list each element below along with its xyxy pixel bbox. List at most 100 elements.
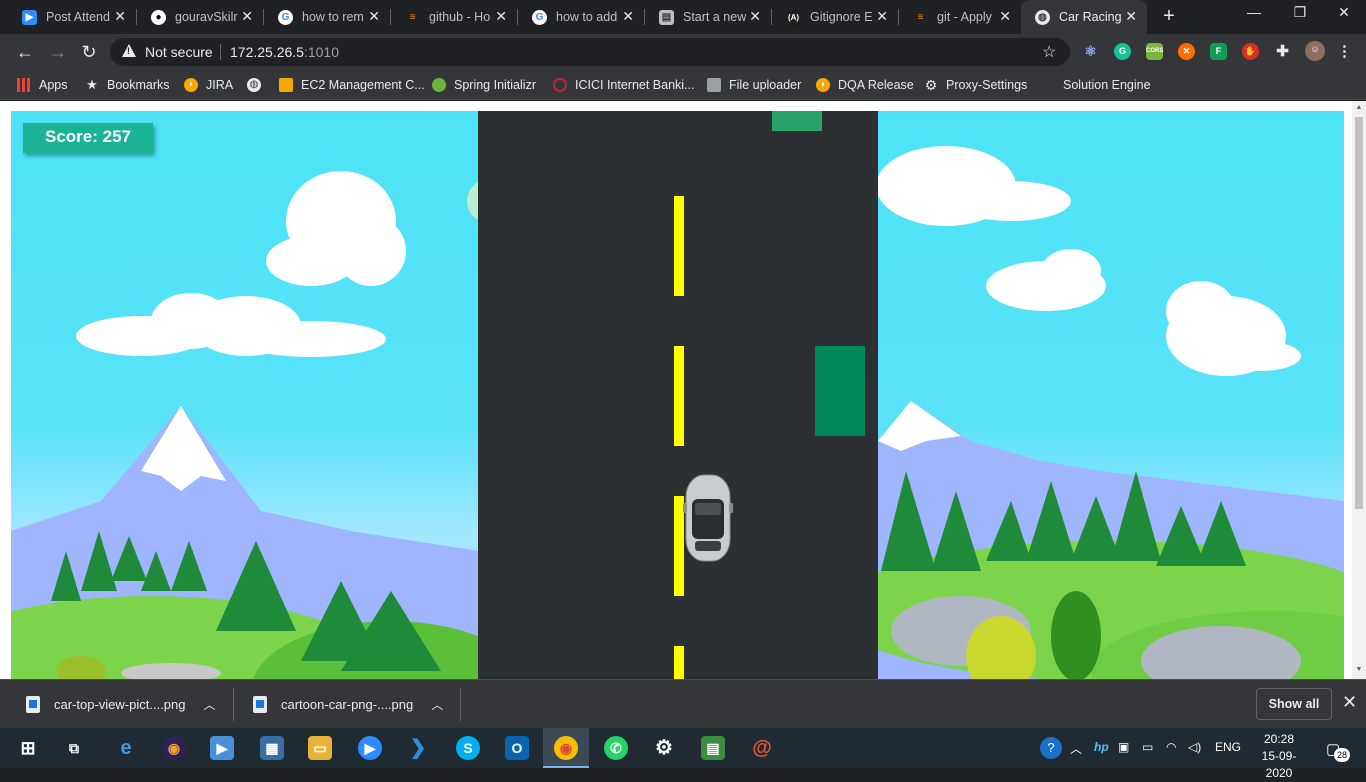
postman-icon[interactable]: ✕ — [1178, 43, 1195, 60]
tab-gitignore[interactable]: (A) Gitignore E ✕ — [772, 0, 898, 34]
security-label[interactable]: Not secure — [145, 44, 213, 60]
task-view-icon[interactable]: ⧉ — [62, 736, 86, 760]
show-all-button[interactable]: Show all — [1256, 688, 1332, 720]
zoom-icon[interactable]: ▶ — [358, 736, 382, 760]
close-icon[interactable]: ✕ — [1342, 692, 1357, 713]
url-host: 172.25.26.5 — [230, 44, 304, 60]
close-icon[interactable]: ✕ — [114, 8, 126, 25]
react-devtools-icon[interactable]: ⚛ — [1082, 43, 1099, 60]
close-icon[interactable]: ✕ — [876, 8, 888, 25]
extension-icon[interactable]: F — [1210, 43, 1227, 60]
bookmark-label: File uploader — [729, 78, 802, 92]
media-icon[interactable]: ▶ — [210, 736, 234, 760]
image-file-icon — [253, 696, 267, 713]
stop-hand-icon[interactable]: ✋ — [1242, 43, 1259, 60]
angular-icon: (A) — [786, 10, 801, 25]
skype-icon[interactable]: S — [456, 736, 480, 760]
vscode-icon[interactable]: ❯ — [406, 736, 430, 760]
address-bar[interactable]: Not secure 172.25.26.5:1010 ☆ — [110, 38, 1070, 66]
chevron-up-icon[interactable]: ︿ — [204, 696, 216, 713]
stackoverflow-icon: ≡ — [409, 12, 416, 23]
github-icon: ● — [151, 10, 166, 25]
download-item[interactable]: cartoon-car-png-....png ︿ — [253, 680, 443, 729]
language-indicator[interactable]: ENG — [1215, 740, 1241, 754]
tab-how-to-remove[interactable]: G how to rem ✕ — [264, 0, 390, 34]
bookmark-icici[interactable]: ICICI Internet Banki... — [553, 76, 695, 94]
close-icon[interactable]: ✕ — [241, 8, 253, 25]
window-close-button[interactable]: ✕ — [1322, 4, 1366, 21]
close-icon[interactable]: ✕ — [1125, 8, 1137, 25]
bookmark-label: Spring Initializr — [454, 78, 536, 92]
url-divider — [220, 44, 221, 60]
avatar[interactable]: ☺ — [1305, 41, 1325, 61]
menu-kebab-icon[interactable]: ⋮ — [1336, 43, 1353, 60]
bookmark-proxy-settings[interactable]: ⚙ Proxy-Settings — [924, 76, 1028, 94]
tab-git-apply[interactable]: ≡ git - Apply ✕ — [899, 0, 1021, 34]
lane-marking — [674, 346, 684, 446]
volume-icon[interactable]: ◁) — [1188, 740, 1201, 754]
bookmark-spring[interactable]: Spring Initializr — [432, 76, 536, 94]
store-icon[interactable]: ▦ — [260, 736, 284, 760]
chevron-up-icon[interactable]: ︿ — [431, 696, 443, 713]
maximize-button[interactable]: ❐ — [1278, 4, 1322, 21]
scroll-down-arrow-icon[interactable]: ▼ — [1355, 666, 1363, 673]
bookmarks-bar: Apps ★ Bookmarks ◗ JIRA ◍ EC2 Management… — [0, 70, 1366, 100]
download-item[interactable]: car-top-view-pict....png ︿ — [26, 680, 216, 729]
tab-github-how[interactable]: ≡ github - Ho ✕ — [391, 0, 517, 34]
scroll-thumb[interactable] — [1355, 117, 1363, 509]
close-icon[interactable]: ✕ — [622, 8, 634, 25]
bookmark-dqa-release[interactable]: ◗ DQA Release — [816, 76, 914, 94]
warning-icon[interactable] — [122, 44, 136, 57]
tab-strip: ▶ Post Attend ✕ ● gouravSkilr ✕ G how to… — [0, 0, 1366, 34]
outlook-icon[interactable]: O — [505, 736, 529, 760]
game-scene: Score: 257 — [11, 111, 1344, 679]
eclipse-icon[interactable]: ◉ — [162, 736, 186, 760]
reload-button[interactable]: ↻ — [78, 41, 100, 63]
bookmark-ec2[interactable]: EC2 Management C... — [279, 76, 425, 94]
whatsapp-icon[interactable]: ✆ — [604, 736, 628, 760]
chevron-up-icon[interactable]: ︿ — [1070, 740, 1082, 757]
battery-icon[interactable]: ▭ — [1142, 740, 1153, 754]
bookmark-bookmarks[interactable]: ★ Bookmarks — [85, 76, 169, 94]
bookmark-solution-engine[interactable]: Solution Engine — [1041, 76, 1151, 94]
close-icon[interactable]: ✕ — [368, 8, 380, 25]
file-explorer-icon[interactable]: ▭ — [308, 736, 332, 760]
new-tab-button[interactable]: + — [1158, 5, 1180, 27]
bookmark-star-icon[interactable]: ☆ — [1042, 42, 1056, 62]
bookmark-label: JIRA — [206, 78, 234, 92]
close-icon[interactable]: ✕ — [495, 8, 507, 25]
close-icon[interactable]: ✕ — [749, 8, 761, 25]
bookmark-apps[interactable]: Apps — [17, 76, 68, 94]
help-icon[interactable]: ? — [1040, 737, 1062, 759]
settings-gear-icon[interactable]: ⚙ — [652, 736, 676, 760]
scroll-up-arrow-icon[interactable]: ▲ — [1355, 104, 1363, 111]
url-text[interactable]: 172.25.26.5:1010 — [230, 44, 339, 60]
grammarly-icon[interactable]: G — [1114, 43, 1131, 60]
tab-start-new[interactable]: ▤ Start a new ✕ — [645, 0, 771, 34]
clock[interactable]: 20:28 15-09-2020 — [1252, 731, 1306, 782]
bookmark-file-uploader[interactable]: File uploader — [707, 76, 801, 94]
hp-icon[interactable]: hp — [1094, 740, 1109, 754]
snail-icon[interactable]: @ — [750, 736, 774, 760]
clock-time: 20:28 — [1263, 732, 1295, 746]
network-icon[interactable]: ▣ — [1118, 740, 1129, 754]
forward-button[interactable]: → — [47, 41, 69, 63]
edge-icon[interactable]: e — [114, 736, 138, 760]
tab-car-racing[interactable]: ◍ Car Racing ✕ — [1021, 0, 1147, 34]
tab-github[interactable]: ● gouravSkilr ✕ — [137, 0, 263, 34]
wifi-icon[interactable]: ◠ — [1166, 740, 1176, 754]
bookmark-globe[interactable]: ◍ — [247, 76, 269, 94]
player-car[interactable] — [683, 473, 733, 563]
cors-icon[interactable]: CORS — [1146, 43, 1163, 60]
close-icon[interactable]: ✕ — [999, 8, 1011, 25]
back-button[interactable]: ← — [14, 41, 36, 63]
bookmark-jira[interactable]: ◗ JIRA — [184, 76, 233, 94]
chrome-icon[interactable]: ◉ — [554, 736, 578, 760]
spreadsheet-icon[interactable]: ▤ — [701, 736, 725, 760]
page-scrollbar[interactable]: ▲ ▼ — [1352, 101, 1366, 679]
tab-how-to-add[interactable]: G how to add ✕ — [518, 0, 644, 34]
extensions-puzzle-icon[interactable]: ✚ — [1274, 43, 1291, 60]
windows-start-icon[interactable]: ⊞ — [16, 736, 40, 760]
minimize-button[interactable]: — — [1232, 4, 1276, 20]
tab-post-attend[interactable]: ▶ Post Attend ✕ — [8, 0, 136, 34]
